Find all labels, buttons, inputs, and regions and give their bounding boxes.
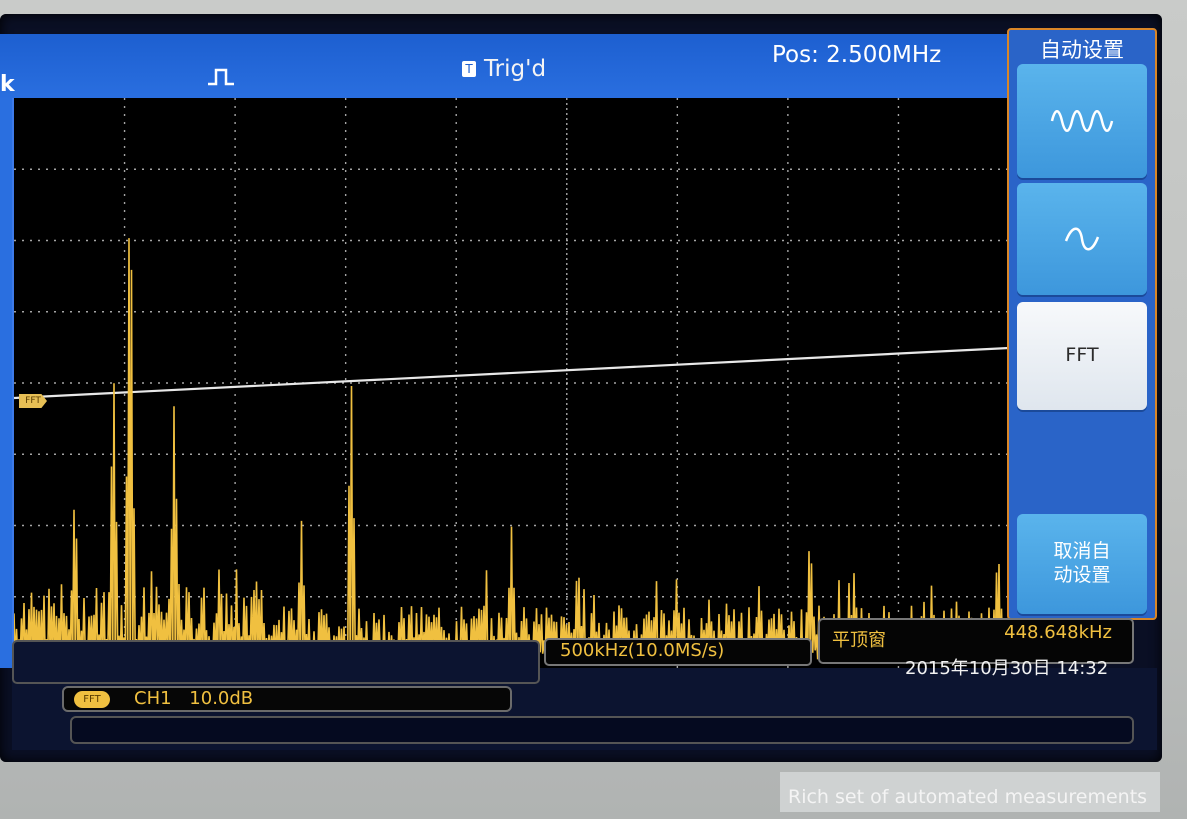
timebase-box: 500kHz(10.0MS/s) (544, 638, 812, 666)
left-channel-strip (0, 98, 12, 668)
multi-cycle-sine-icon (1050, 110, 1114, 132)
date-time-readout: 2015年10月30日 14:32 (905, 658, 1109, 679)
fft-window-type: 平顶窗 (832, 630, 886, 651)
channel-scale: 10.0dB (189, 688, 254, 709)
undo-autoset-button[interactable]: 取消自 动设置 (1017, 514, 1147, 614)
autoset-side-menu: 自动设置 FFT 取消自 动设置 (1007, 28, 1157, 620)
channel-name: CH1 (134, 688, 172, 709)
undo-autoset-label: 取消自 动设置 (1053, 540, 1111, 586)
fft-spectrum-trace (13, 238, 1011, 663)
channel-info-box[interactable]: FFT CH1 10.0dB (62, 686, 512, 712)
channel-scale-readout: CH1 10.0dB (134, 688, 253, 710)
trigger-icon: T (462, 61, 476, 77)
header-left-fragment: k (0, 72, 15, 97)
bezel-caption: Rich set of automated measurements (780, 772, 1160, 812)
trigger-edge-icon (208, 68, 234, 86)
fft-reference-line (13, 346, 1010, 400)
bottom-left-panel (12, 640, 540, 684)
fft-plot-area (12, 98, 1011, 668)
single-cycle-sine-icon (1064, 227, 1100, 251)
trigger-status: T Trig'd (462, 56, 546, 82)
menu-title: 自动设置 (1040, 38, 1124, 62)
fft-button-label: FFT (1065, 344, 1099, 367)
autoset-single-cycle-button[interactable] (1017, 183, 1147, 295)
autoset-fft-button[interactable]: FFT (1017, 302, 1147, 410)
cursor-frequency: 448.648kHz (1004, 622, 1112, 643)
message-bar (70, 716, 1134, 744)
fft-plot-svg (13, 98, 1011, 668)
fft-reference-marker[interactable]: FFT (19, 394, 47, 408)
fft-channel-badge: FFT (74, 691, 110, 708)
horizontal-position-readout: Pos: 2.500MHz (772, 42, 942, 68)
timebase-readout: 500kHz(10.0MS/s) (560, 640, 725, 661)
autoset-multi-cycle-button[interactable] (1017, 64, 1147, 178)
